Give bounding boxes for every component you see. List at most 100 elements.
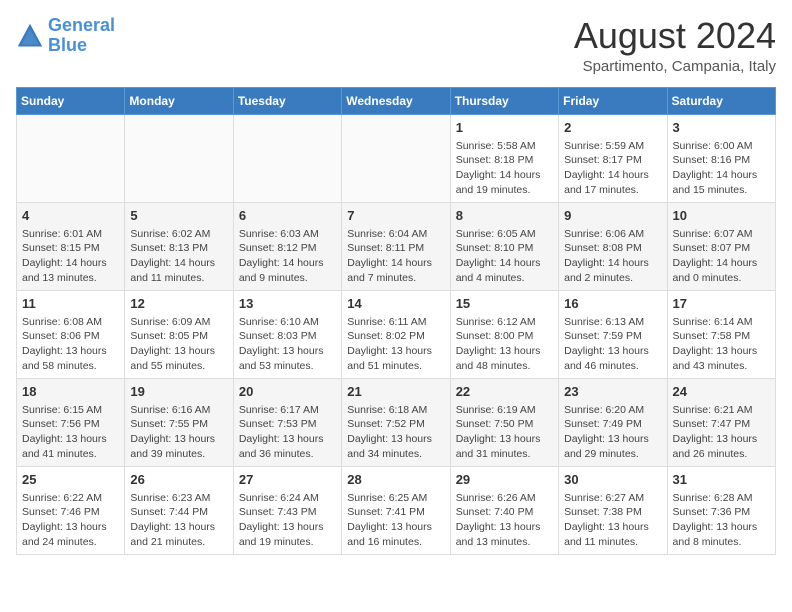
calendar-cell: 29 Sunrise: 6:26 AM Sunset: 7:40 PM Dayli… — [450, 466, 558, 554]
day-header-monday: Monday — [125, 87, 233, 114]
day-number: 13 — [239, 295, 336, 313]
logo-icon — [16, 22, 44, 50]
calendar-cell — [342, 114, 450, 202]
day-number: 26 — [130, 471, 227, 489]
day-info: Sunrise: 6:14 AM Sunset: 7:58 PM Dayligh… — [673, 315, 770, 374]
day-info: Sunrise: 6:06 AM Sunset: 8:08 PM Dayligh… — [564, 227, 661, 286]
day-info: Sunrise: 6:01 AM Sunset: 8:15 PM Dayligh… — [22, 227, 119, 286]
day-info: Sunrise: 5:59 AM Sunset: 8:17 PM Dayligh… — [564, 139, 661, 198]
day-number: 29 — [456, 471, 553, 489]
calendar-cell: 27 Sunrise: 6:24 AM Sunset: 7:43 PM Dayli… — [233, 466, 341, 554]
day-info: Sunrise: 6:22 AM Sunset: 7:46 PM Dayligh… — [22, 491, 119, 550]
calendar-cell: 20Sunrise: 6:17 AM Sunset: 7:53 PM Dayli… — [233, 378, 341, 466]
day-info: Sunrise: 6:08 AM Sunset: 8:06 PM Dayligh… — [22, 315, 119, 374]
calendar-cell: 11Sunrise: 6:08 AM Sunset: 8:06 PM Dayli… — [17, 290, 125, 378]
calendar-cell: 2 Sunrise: 5:59 AM Sunset: 8:17 PM Daylig… — [559, 114, 667, 202]
location-subtitle: Spartimento, Campania, Italy — [574, 58, 776, 75]
day-number: 24 — [673, 383, 770, 401]
day-info: Sunrise: 6:10 AM Sunset: 8:03 PM Dayligh… — [239, 315, 336, 374]
calendar-cell: 30Sunrise: 6:27 AM Sunset: 7:38 PM Dayli… — [559, 466, 667, 554]
calendar-cell: 25 Sunrise: 6:22 AM Sunset: 7:46 PM Dayli… — [17, 466, 125, 554]
calendar-cell: 31 Sunrise: 6:28 AM Sunset: 7:36 PM Dayli… — [667, 466, 775, 554]
day-number: 4 — [22, 207, 119, 225]
day-number: 17 — [673, 295, 770, 313]
day-info: Sunrise: 6:15 AM Sunset: 7:56 PM Dayligh… — [22, 403, 119, 462]
day-number: 28 — [347, 471, 444, 489]
calendar-cell: 28 Sunrise: 6:25 AM Sunset: 7:41 PM Dayli… — [342, 466, 450, 554]
day-number: 27 — [239, 471, 336, 489]
day-number: 2 — [564, 119, 661, 137]
calendar-cell: 21Sunrise: 6:18 AM Sunset: 7:52 PM Dayli… — [342, 378, 450, 466]
calendar-cell: 15Sunrise: 6:12 AM Sunset: 8:00 PM Dayli… — [450, 290, 558, 378]
day-header-thursday: Thursday — [450, 87, 558, 114]
day-info: Sunrise: 6:00 AM Sunset: 8:16 PM Dayligh… — [673, 139, 770, 198]
day-info: Sunrise: 5:58 AM Sunset: 8:18 PM Dayligh… — [456, 139, 553, 198]
day-number: 1 — [456, 119, 553, 137]
day-info: Sunrise: 6:28 AM Sunset: 7:36 PM Dayligh… — [673, 491, 770, 550]
calendar-cell: 26 Sunrise: 6:23 AM Sunset: 7:44 PM Dayli… — [125, 466, 233, 554]
calendar-cell — [125, 114, 233, 202]
calendar-cell: 23 Sunrise: 6:20 AM Sunset: 7:49 PM Dayli… — [559, 378, 667, 466]
day-header-saturday: Saturday — [667, 87, 775, 114]
calendar-cell: 5 Sunrise: 6:02 AM Sunset: 8:13 PM Daylig… — [125, 202, 233, 290]
day-info: Sunrise: 6:25 AM Sunset: 7:41 PM Dayligh… — [347, 491, 444, 550]
calendar-cell: 24 Sunrise: 6:21 AM Sunset: 7:47 PM Dayli… — [667, 378, 775, 466]
day-number: 16 — [564, 295, 661, 313]
day-number: 3 — [673, 119, 770, 137]
day-number: 19 — [130, 383, 227, 401]
day-info: Sunrise: 6:21 AM Sunset: 7:47 PM Dayligh… — [673, 403, 770, 462]
day-info: Sunrise: 6:24 AM Sunset: 7:43 PM Dayligh… — [239, 491, 336, 550]
main-title: August 2024 — [574, 16, 776, 56]
day-number: 31 — [673, 471, 770, 489]
calendar-cell: 12 Sunrise: 6:09 AM Sunset: 8:05 PM Dayli… — [125, 290, 233, 378]
calendar-week-5: 25 Sunrise: 6:22 AM Sunset: 7:46 PM Dayli… — [17, 466, 776, 554]
day-info: Sunrise: 6:13 AM Sunset: 7:59 PM Dayligh… — [564, 315, 661, 374]
day-header-tuesday: Tuesday — [233, 87, 341, 114]
logo-text: General Blue — [48, 16, 115, 56]
day-number: 25 — [22, 471, 119, 489]
day-number: 6 — [239, 207, 336, 225]
day-number: 8 — [456, 207, 553, 225]
day-info: Sunrise: 6:04 AM Sunset: 8:11 PM Dayligh… — [347, 227, 444, 286]
day-info: Sunrise: 6:19 AM Sunset: 7:50 PM Dayligh… — [456, 403, 553, 462]
title-block: August 2024 Spartimento, Campania, Italy — [574, 16, 776, 75]
day-info: Sunrise: 6:12 AM Sunset: 8:00 PM Dayligh… — [456, 315, 553, 374]
day-info: Sunrise: 6:07 AM Sunset: 8:07 PM Dayligh… — [673, 227, 770, 286]
day-header-friday: Friday — [559, 87, 667, 114]
day-info: Sunrise: 6:09 AM Sunset: 8:05 PM Dayligh… — [130, 315, 227, 374]
day-info: Sunrise: 6:02 AM Sunset: 8:13 PM Dayligh… — [130, 227, 227, 286]
calendar-table: SundayMondayTuesdayWednesdayThursdayFrid… — [16, 87, 776, 555]
day-number: 7 — [347, 207, 444, 225]
calendar-cell: 14 Sunrise: 6:11 AM Sunset: 8:02 PM Dayli… — [342, 290, 450, 378]
calendar-week-3: 11Sunrise: 6:08 AM Sunset: 8:06 PM Dayli… — [17, 290, 776, 378]
calendar-cell: 4 Sunrise: 6:01 AM Sunset: 8:15 PM Daylig… — [17, 202, 125, 290]
calendar-cell: 1 Sunrise: 5:58 AM Sunset: 8:18 PM Daylig… — [450, 114, 558, 202]
day-info: Sunrise: 6:26 AM Sunset: 7:40 PM Dayligh… — [456, 491, 553, 550]
logo-line2: Blue — [48, 35, 87, 55]
calendar-cell: 13 Sunrise: 6:10 AM Sunset: 8:03 PM Dayli… — [233, 290, 341, 378]
day-header-sunday: Sunday — [17, 87, 125, 114]
calendar-cell — [233, 114, 341, 202]
day-info: Sunrise: 6:23 AM Sunset: 7:44 PM Dayligh… — [130, 491, 227, 550]
page-header: General Blue August 2024 Spartimento, Ca… — [16, 16, 776, 75]
day-info: Sunrise: 6:20 AM Sunset: 7:49 PM Dayligh… — [564, 403, 661, 462]
day-number: 12 — [130, 295, 227, 313]
day-number: 14 — [347, 295, 444, 313]
calendar-cell: 6Sunrise: 6:03 AM Sunset: 8:12 PM Daylig… — [233, 202, 341, 290]
calendar-week-2: 4 Sunrise: 6:01 AM Sunset: 8:15 PM Daylig… — [17, 202, 776, 290]
calendar-cell: 22 Sunrise: 6:19 AM Sunset: 7:50 PM Dayli… — [450, 378, 558, 466]
calendar-cell: 18Sunrise: 6:15 AM Sunset: 7:56 PM Dayli… — [17, 378, 125, 466]
calendar-cell: 7 Sunrise: 6:04 AM Sunset: 8:11 PM Daylig… — [342, 202, 450, 290]
calendar-cell: 19 Sunrise: 6:16 AM Sunset: 7:55 PM Dayli… — [125, 378, 233, 466]
day-number: 22 — [456, 383, 553, 401]
day-number: 9 — [564, 207, 661, 225]
day-number: 23 — [564, 383, 661, 401]
calendar-cell — [17, 114, 125, 202]
day-info: Sunrise: 6:16 AM Sunset: 7:55 PM Dayligh… — [130, 403, 227, 462]
calendar-cell: 3 Sunrise: 6:00 AM Sunset: 8:16 PM Daylig… — [667, 114, 775, 202]
day-number: 21 — [347, 383, 444, 401]
day-number: 20 — [239, 383, 336, 401]
day-info: Sunrise: 6:11 AM Sunset: 8:02 PM Dayligh… — [347, 315, 444, 374]
day-number: 5 — [130, 207, 227, 225]
calendar-cell: 9 Sunrise: 6:06 AM Sunset: 8:08 PM Daylig… — [559, 202, 667, 290]
